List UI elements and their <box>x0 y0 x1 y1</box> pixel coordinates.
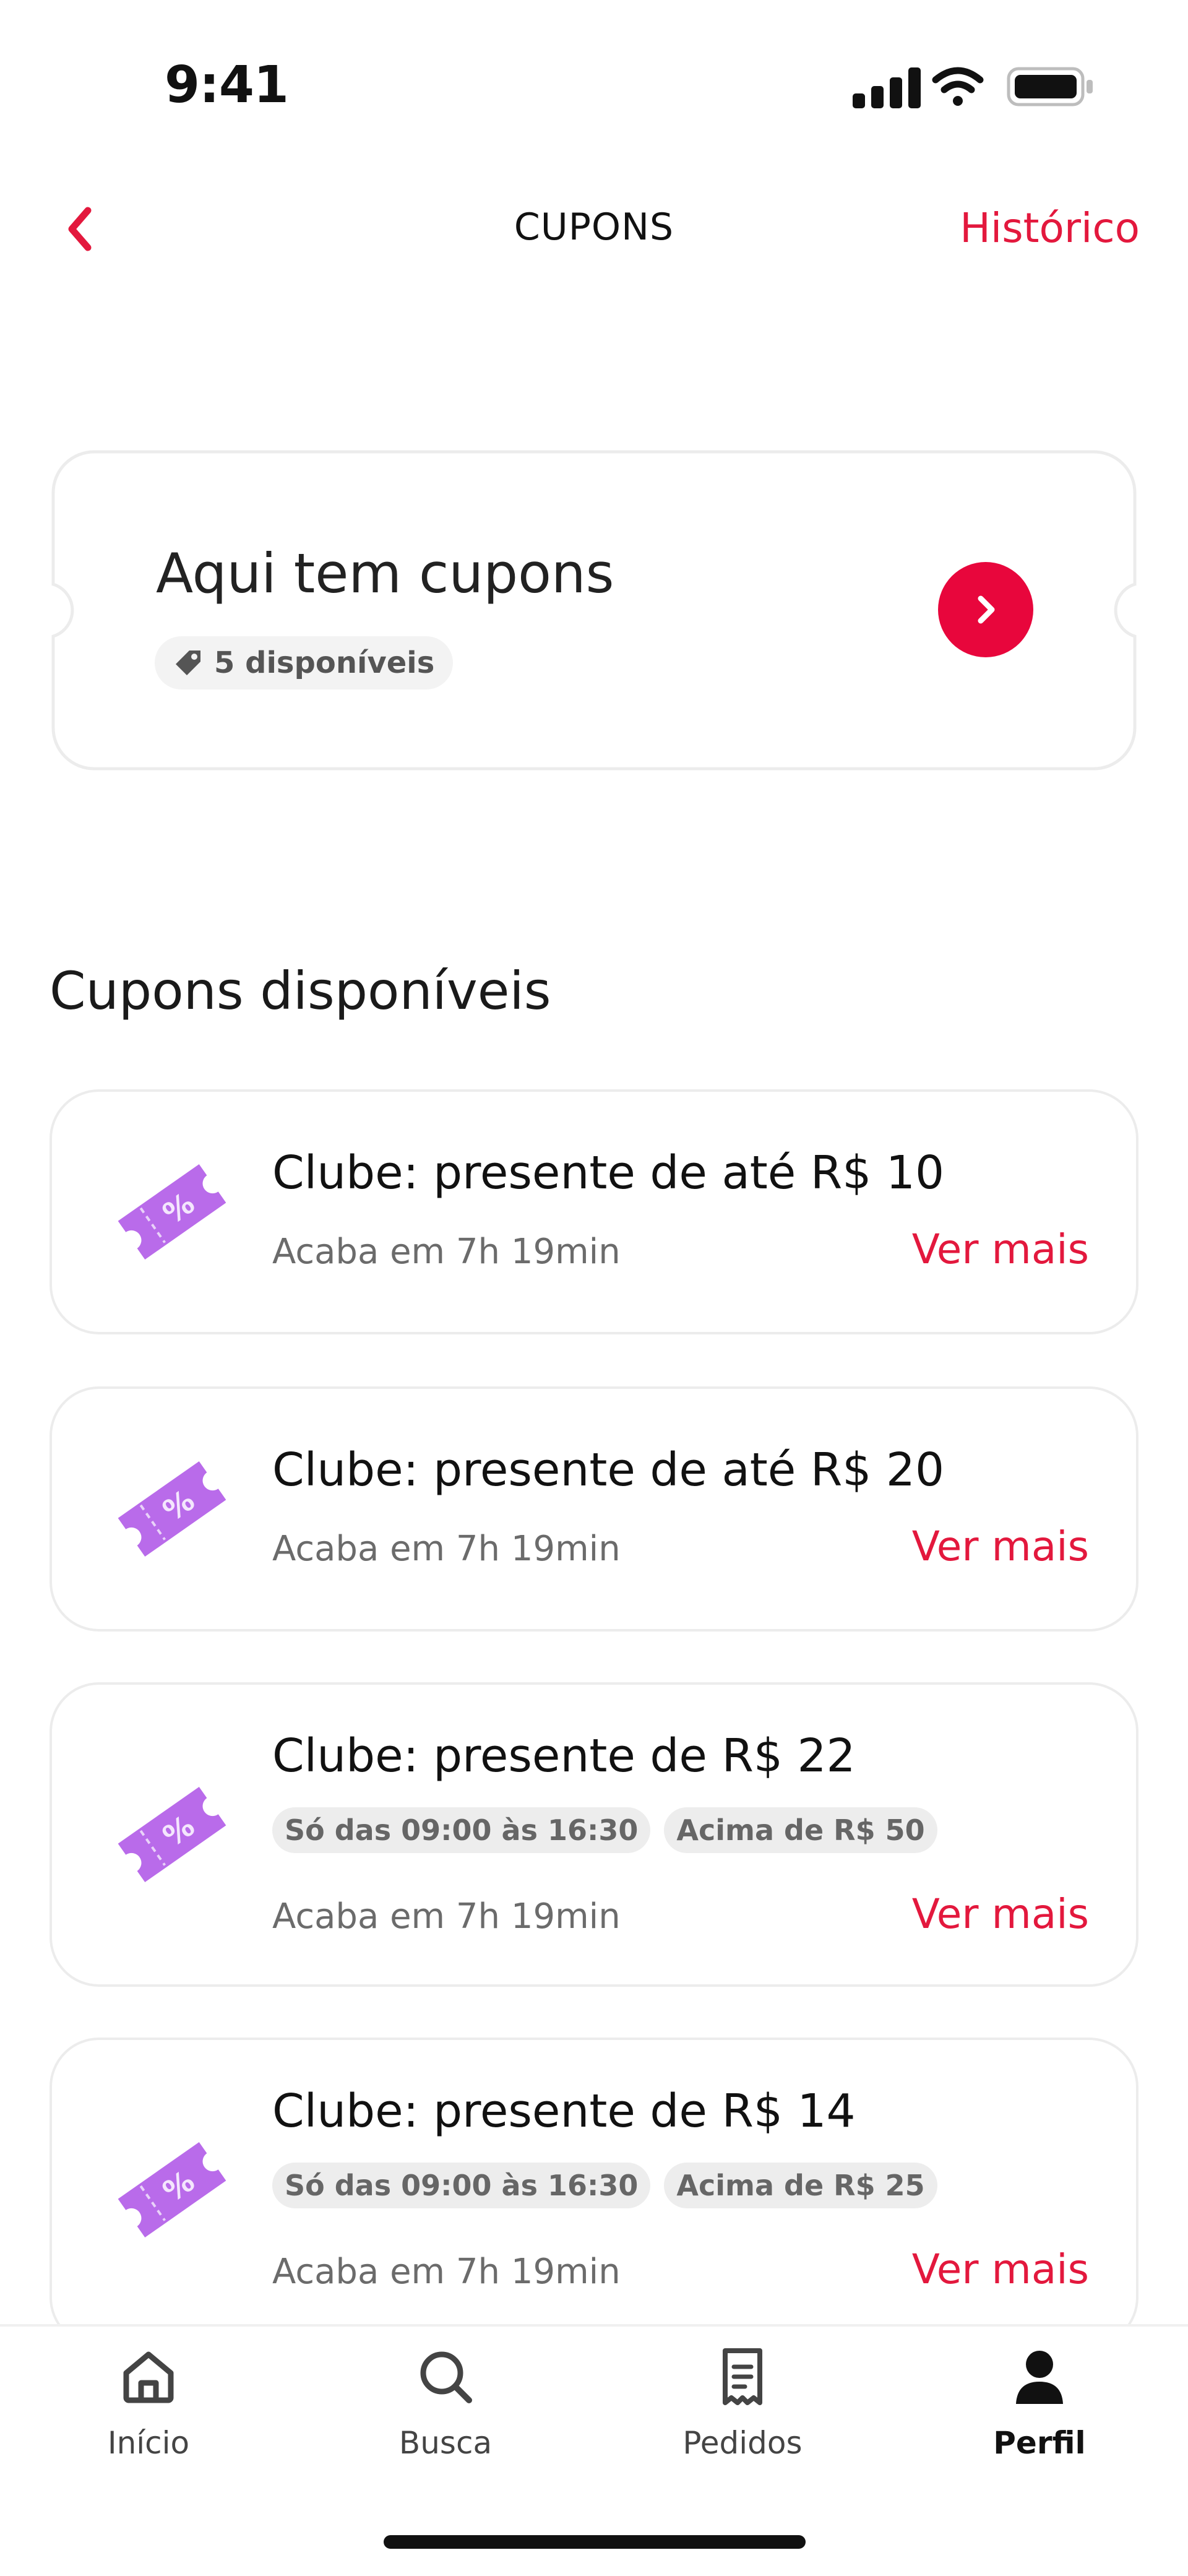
banner-open-button[interactable] <box>938 562 1033 657</box>
coupon-expiry: Acaba em 7h 19min <box>272 1896 621 1937</box>
nav-label: Pedidos <box>682 2425 803 2461</box>
tag-icon <box>176 650 200 675</box>
coupon-title: Clube: presente de até R$ 10 <box>272 1146 945 1199</box>
receipt-icon <box>723 2348 762 2405</box>
nav-label: Perfil <box>993 2425 1086 2461</box>
coupon-expiry: Acaba em 7h 19min <box>272 1232 621 1272</box>
back-button[interactable] <box>56 198 105 260</box>
chevron-left-icon <box>68 207 92 251</box>
home-icon <box>123 2351 174 2403</box>
battery-icon <box>1007 67 1093 106</box>
nav-label: Busca <box>398 2425 493 2461</box>
nav-label: Início <box>107 2425 190 2461</box>
nav-item-profile[interactable]: Perfil <box>947 2346 1132 2470</box>
see-more-link[interactable]: Ver mais <box>912 1523 1089 1570</box>
coupon-title: Clube: presente de R$ 22 <box>272 1729 856 1783</box>
available-count: 5 disponíveis <box>214 646 435 680</box>
coupon-tag: Acima de R$ 25 <box>664 2163 937 2208</box>
status-time: 9:41 <box>165 56 289 115</box>
nav-item-home[interactable]: Início <box>56 2346 241 2470</box>
signal-icon <box>853 67 921 108</box>
coupon-ticket-icon: % <box>110 2128 234 2252</box>
see-more-link[interactable]: Ver mais <box>912 1225 1089 1273</box>
see-more-link[interactable]: Ver mais <box>912 1890 1089 1938</box>
profile-icon <box>1016 2351 1063 2404</box>
search-icon <box>420 2351 472 2403</box>
coupon-tag: Só das 09:00 às 16:30 <box>272 1807 651 1853</box>
section-title: Cupons disponíveis <box>50 961 551 1021</box>
history-link[interactable]: Histórico <box>866 204 1140 252</box>
coupon-ticket-icon: % <box>110 1447 234 1571</box>
coupon-tags: Só das 09:00 às 16:30 Acima de R$ 50 <box>272 1807 937 1853</box>
coupon-title: Clube: presente de até R$ 20 <box>272 1443 945 1497</box>
coupon-ticket-icon: % <box>110 1150 234 1274</box>
coupon-tag: Acima de R$ 50 <box>664 1807 937 1853</box>
coupon-expiry: Acaba em 7h 19min <box>272 2252 621 2292</box>
see-more-link[interactable]: Ver mais <box>912 2245 1089 2293</box>
page-title: CUPONS <box>514 205 674 249</box>
coupon-tags: Só das 09:00 às 16:30 Acima de R$ 25 <box>272 2163 937 2208</box>
nav-item-search[interactable]: Busca <box>353 2346 538 2470</box>
banner-title: Aqui tem cupons <box>156 542 614 605</box>
status-icons <box>853 65 1094 108</box>
nav-item-orders[interactable]: Pedidos <box>650 2346 835 2470</box>
coupon-expiry: Acaba em 7h 19min <box>272 1529 621 1569</box>
wifi-icon <box>932 67 984 106</box>
chevron-right-icon <box>978 595 995 624</box>
coupon-ticket-icon: % <box>110 1773 234 1896</box>
coupon-tag: Só das 09:00 às 16:30 <box>272 2163 651 2208</box>
coupon-title: Clube: presente de R$ 14 <box>272 2085 856 2138</box>
available-badge: 5 disponíveis <box>155 636 454 689</box>
home-indicator <box>384 2535 806 2549</box>
